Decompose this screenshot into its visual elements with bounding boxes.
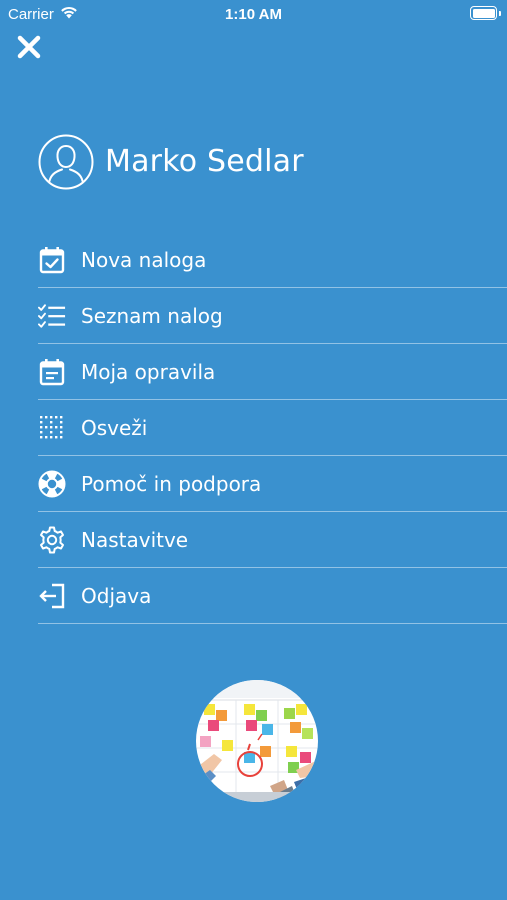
wifi-icon (60, 6, 78, 23)
menu-item-label: Seznam nalog (81, 304, 223, 328)
menu-item-label: Nova naloga (81, 248, 207, 272)
profile-header: Marko Sedlar (38, 134, 304, 190)
battery-icon (470, 6, 501, 20)
menu-item-nova-naloga[interactable]: Nova naloga (38, 233, 507, 288)
checklist-icon (38, 302, 66, 330)
menu-item-label: Odjava (81, 584, 152, 608)
menu-item-pomoc-in-podpora[interactable]: Pomoč in podpora (38, 457, 507, 512)
carrier-label: Carrier (8, 6, 54, 23)
status-bar: Carrier 1:10 AM (0, 0, 507, 28)
menu-item-label: Nastavitve (81, 528, 189, 552)
menu-item-odjava[interactable]: Odjava (38, 569, 507, 624)
menu-item-osvezi[interactable]: Osveži (38, 401, 507, 456)
gear-icon (38, 526, 66, 554)
menu-item-moja-opravila[interactable]: Moja opravila (38, 345, 507, 400)
task-board-illustration (196, 680, 318, 802)
calendar-check-icon (38, 246, 66, 274)
logout-icon (38, 582, 66, 610)
calendar-lines-icon (38, 358, 66, 386)
menu-item-label: Pomoč in podpora (81, 472, 262, 496)
menu-item-label: Moja opravila (81, 360, 216, 384)
status-carrier: Carrier (8, 6, 78, 23)
close-button[interactable] (16, 34, 42, 60)
user-circle-icon (38, 134, 94, 190)
status-time: 1:10 AM (225, 6, 282, 23)
menu-item-label: Osveži (81, 416, 148, 440)
user-name: Marko Sedlar (105, 144, 304, 179)
side-menu: Nova naloga Seznam nalog Moja opravila O… (38, 233, 507, 625)
menu-item-seznam-nalog[interactable]: Seznam nalog (38, 289, 507, 344)
menu-item-nastavitve[interactable]: Nastavitve (38, 513, 507, 568)
dotted-grid-icon (38, 414, 66, 442)
close-icon (17, 35, 41, 59)
lifebuoy-icon (38, 470, 66, 498)
